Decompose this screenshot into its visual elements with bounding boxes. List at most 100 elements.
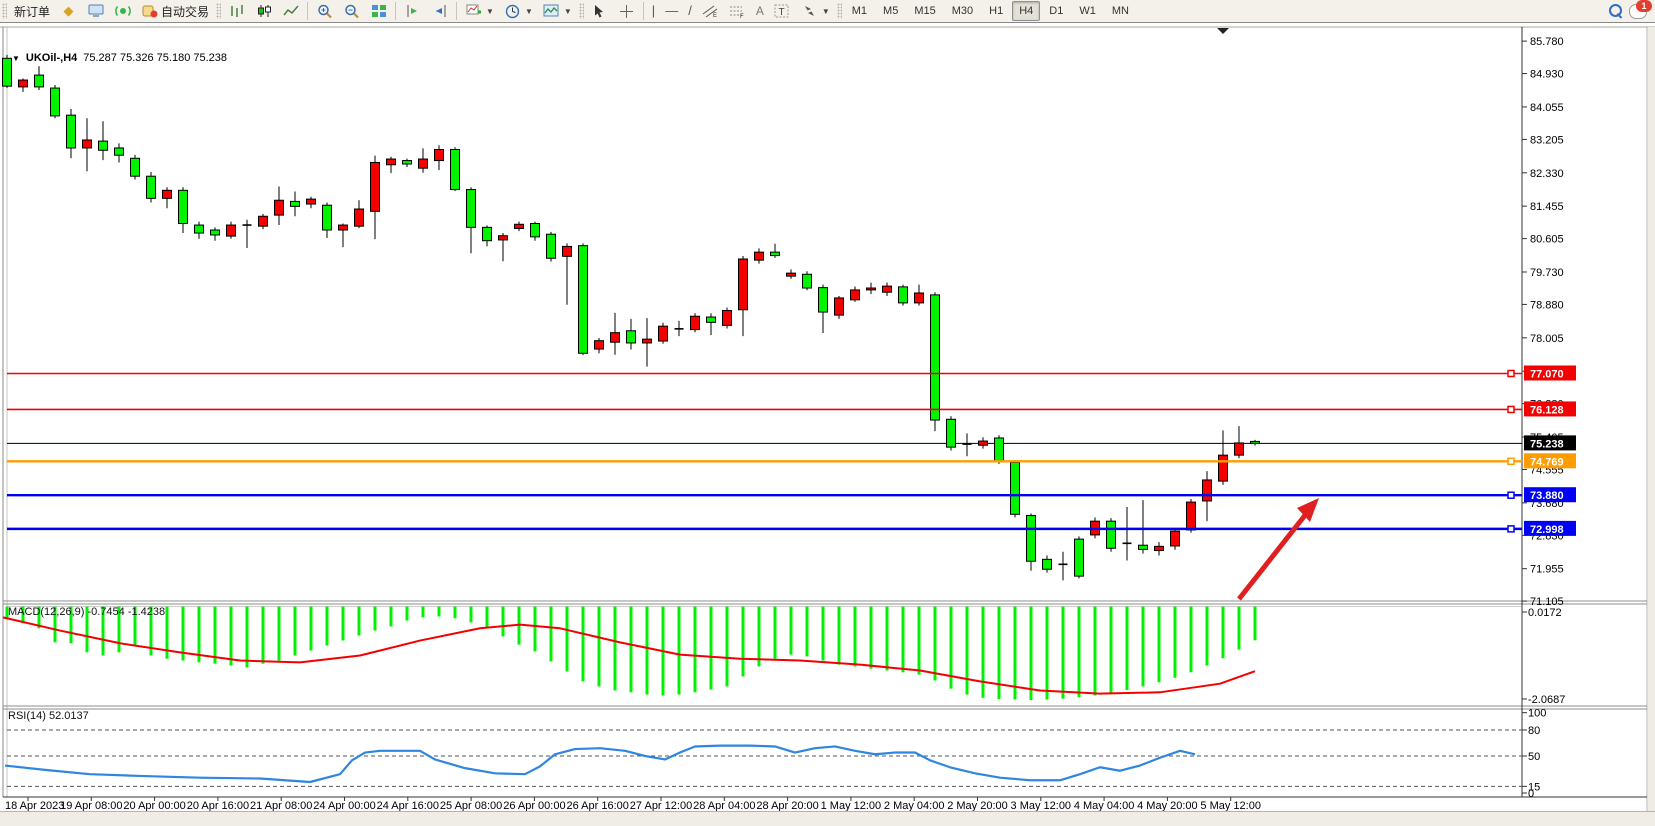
templates-button[interactable]: ▼ — [538, 0, 577, 22]
terminal-button[interactable] — [82, 0, 109, 22]
channel-tool-button[interactable]: E — [697, 0, 724, 22]
horizontal-line-tool-button[interactable]: — — [660, 0, 683, 22]
signal-button[interactable] — [109, 0, 136, 22]
macd-histogram-bar — [54, 607, 57, 643]
chart-canvas[interactable]: 85.78084.93084.05583.20582.33081.45580.6… — [0, 23, 1655, 812]
notifications-icon[interactable]: 1 — [1629, 4, 1647, 19]
mt4-terminal: { "toolbar": { "new_order_label": "新订单",… — [0, 0, 1655, 826]
bid-price-badge-label: 75.238 — [1530, 438, 1564, 450]
auto-scroll-button[interactable] — [399, 0, 426, 22]
candle-body — [803, 274, 812, 288]
bar-chart-mode-button[interactable] — [223, 0, 250, 22]
toolbar-separator — [307, 2, 308, 20]
arrows-tool-button[interactable]: ▼ — [796, 0, 835, 22]
candle-body — [739, 259, 748, 310]
terminal-icon — [87, 3, 104, 19]
zoom-in-button[interactable] — [311, 0, 338, 22]
timeframe-button-m15[interactable]: M15 — [907, 1, 942, 21]
rsi-scale-label-50: 50 — [1528, 751, 1540, 763]
macd-histogram-bar — [806, 607, 809, 657]
candle-body — [1011, 462, 1020, 514]
line-chart-mode-button[interactable] — [277, 0, 304, 22]
timeframe-button-d1[interactable]: D1 — [1042, 1, 1070, 21]
dropdown-caret-icon: ▼ — [822, 7, 830, 16]
candle-body — [371, 162, 380, 211]
timeframe-button-h1[interactable]: H1 — [982, 1, 1010, 21]
toolbar-grip — [837, 3, 842, 19]
timeframe-button-mn[interactable]: MN — [1105, 1, 1136, 21]
level-73.880-badge-label: 73.880 — [1530, 490, 1564, 502]
candle-body — [83, 140, 92, 148]
rsi-scale-label-100: 100 — [1528, 708, 1546, 720]
toolbar-separator — [643, 2, 644, 20]
search-icon[interactable] — [1609, 4, 1623, 18]
level-line-handle[interactable] — [1508, 526, 1514, 532]
macd-histogram-bar — [390, 607, 393, 627]
vertical-line-tool-button[interactable]: | — [647, 0, 660, 22]
rsi-scale-label-0: 0 — [1528, 788, 1534, 800]
macd-histogram-bar — [582, 607, 585, 682]
macd-histogram-bar — [1206, 607, 1209, 666]
candle-body — [835, 298, 844, 315]
chart-shift-icon — [431, 3, 448, 19]
macd-histogram-bar — [726, 607, 729, 687]
text-label-tool-button[interactable]: T — [769, 0, 796, 22]
tile-windows-button[interactable] — [365, 0, 392, 22]
macd-histogram-bar — [358, 607, 361, 636]
macd-histogram-bar — [1078, 607, 1081, 698]
timeframe-button-m30[interactable]: M30 — [945, 1, 980, 21]
candle-body — [1043, 559, 1052, 569]
zoom-out-button[interactable] — [338, 0, 365, 22]
new-order-button[interactable]: 新订单 — [9, 0, 55, 22]
cursor-icon — [591, 3, 608, 19]
macd-histogram-bar — [1174, 607, 1177, 678]
toolbar-grip — [579, 3, 584, 19]
toolbar-grip — [2, 3, 7, 19]
macd-histogram-bar — [1158, 607, 1161, 683]
chart-shift-button[interactable] — [426, 0, 453, 22]
trendline-tool-button[interactable]: / — [683, 0, 697, 22]
macd-histogram-bar — [118, 607, 121, 653]
macd-histogram-bar — [646, 607, 649, 695]
timeframe-button-h4[interactable]: H4 — [1012, 1, 1040, 21]
level-line-handle[interactable] — [1508, 458, 1514, 464]
periods-button[interactable]: ▼ — [499, 0, 538, 22]
gold-seal-button[interactable]: ◆ — [55, 0, 82, 22]
dropdown-caret-icon: ▼ — [564, 7, 572, 16]
window-right-strip — [1648, 27, 1655, 812]
candle-body — [563, 246, 572, 256]
level-line-handle[interactable] — [1508, 492, 1514, 498]
cursor-tool-button[interactable] — [586, 0, 613, 22]
macd-histogram-bar — [134, 607, 137, 647]
macd-histogram-bar — [406, 607, 409, 621]
fibonacci-tool-button[interactable]: F — [724, 0, 751, 22]
candle-body — [755, 252, 764, 260]
level-line-handle[interactable] — [1508, 406, 1514, 412]
crosshair-tool-button[interactable] — [613, 0, 640, 22]
candle-body — [1139, 545, 1148, 549]
candle-body — [1251, 441, 1260, 443]
timeframe-button-m5[interactable]: M5 — [876, 1, 905, 21]
candle-body — [691, 316, 700, 329]
auto-trading-button[interactable]: 自动交易 — [136, 0, 214, 22]
candle-body — [211, 230, 220, 235]
macd-histogram-bar — [486, 607, 489, 629]
notification-badge: 1 — [1636, 0, 1652, 12]
indicators-icon — [465, 3, 482, 19]
svg-text:E: E — [713, 13, 717, 18]
candle-body — [147, 176, 156, 198]
macd-histogram-bar — [310, 607, 313, 651]
macd-histogram-bar — [598, 607, 601, 687]
price-axis-tick-label: 78.005 — [1530, 333, 1564, 345]
macd-histogram-bar — [1046, 607, 1049, 700]
macd-histogram-bar — [262, 607, 265, 664]
macd-histogram-bar — [326, 607, 329, 646]
timeframe-button-w1[interactable]: W1 — [1072, 1, 1103, 21]
bar-chart-icon — [228, 3, 245, 19]
level-line-handle[interactable] — [1508, 370, 1514, 376]
timeframe-button-m1[interactable]: M1 — [845, 1, 874, 21]
candlestick-mode-button[interactable] — [250, 0, 277, 22]
candle-body — [515, 224, 524, 228]
text-tool-button[interactable]: A — [751, 0, 769, 22]
indicators-button[interactable]: ▼ — [460, 0, 499, 22]
